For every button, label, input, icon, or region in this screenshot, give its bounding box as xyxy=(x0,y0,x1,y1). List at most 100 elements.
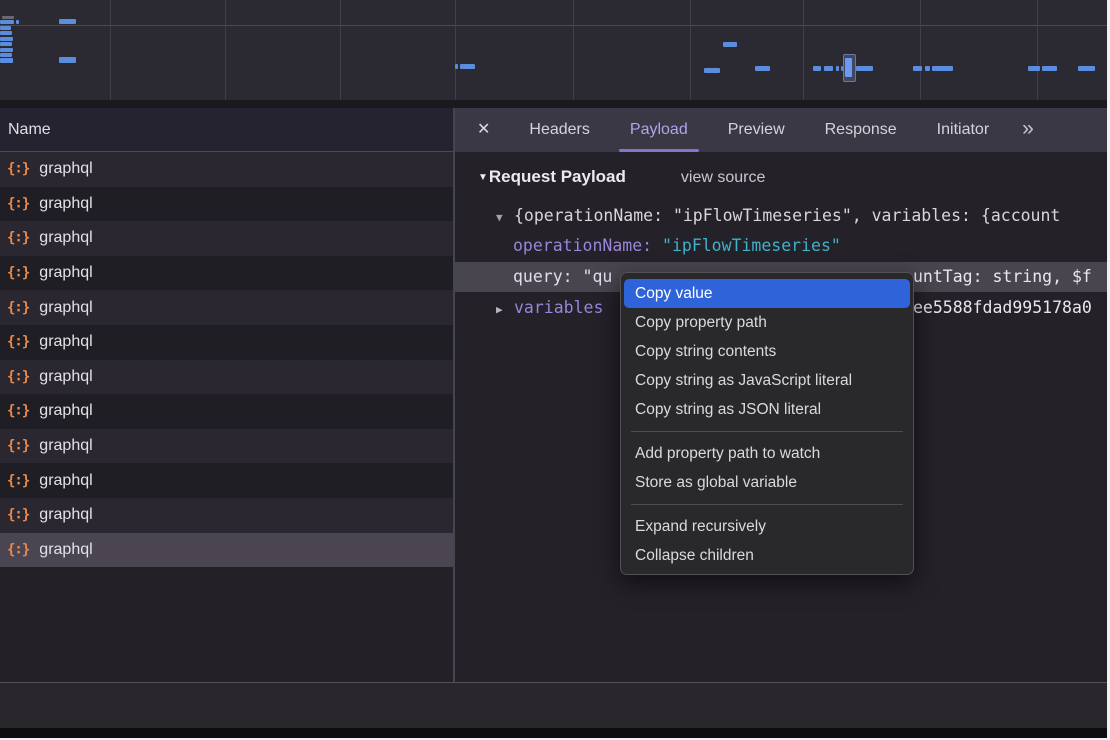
overview-gridline xyxy=(340,0,341,100)
waterfall-bar xyxy=(913,66,922,71)
waterfall-bar xyxy=(0,48,13,52)
waterfall-bar xyxy=(932,66,953,71)
json-braces-icon: {∶} xyxy=(7,334,29,350)
json-braces-icon: {∶} xyxy=(7,473,29,489)
request-payload-section-header: ▼Request Payload view source xyxy=(478,165,765,189)
waterfall-bar xyxy=(455,64,458,69)
request-row-graphql[interactable]: {∶} graphql xyxy=(0,325,453,360)
detail-tab-strip: ✕ Headers Payload Preview Response Initi… xyxy=(455,108,1110,152)
waterfall-bar xyxy=(755,66,770,71)
menu-item-copy-value[interactable]: Copy value xyxy=(624,279,910,308)
json-braces-icon: {∶} xyxy=(7,403,29,419)
property-key: variables xyxy=(514,298,603,317)
payload-root-row[interactable]: ▼{operationName: "ipFlowTimeseries", var… xyxy=(455,203,1110,229)
json-braces-icon: {∶} xyxy=(7,369,29,385)
context-menu: Copy valueCopy property pathCopy string … xyxy=(620,272,914,575)
waterfall-bar xyxy=(0,37,13,41)
waterfall-bar xyxy=(1028,66,1040,71)
overview-gridline xyxy=(690,0,691,100)
overview-divider xyxy=(0,100,1110,108)
menu-item-add-property-path-to-watch[interactable]: Add property path to watch xyxy=(621,439,913,468)
tab-headers[interactable]: Headers xyxy=(516,108,602,152)
waterfall-bar xyxy=(925,66,930,71)
request-name: graphql xyxy=(39,506,92,524)
tab-preview[interactable]: Preview xyxy=(715,108,798,152)
menu-item-collapse-children[interactable]: Collapse children xyxy=(621,541,913,570)
tab-payload[interactable]: Payload xyxy=(617,108,701,152)
waterfall-bar xyxy=(16,20,19,24)
network-overview-timeline[interactable] xyxy=(0,0,1110,100)
request-list-pane: Name {∶}graphql{∶}graphql{∶}graphql{∶}gr… xyxy=(0,108,453,682)
request-name: graphql xyxy=(39,333,92,351)
menu-item-expand-recursively[interactable]: Expand recursively xyxy=(621,512,913,541)
payload-row-operation-name[interactable]: operationName: "ipFlowTimeseries" xyxy=(455,233,1110,259)
overview-gridline xyxy=(920,0,921,100)
waterfall-bar xyxy=(824,66,833,71)
waterfall-bar xyxy=(0,42,12,46)
waterfall-bar xyxy=(0,20,14,24)
json-braces-icon: {∶} xyxy=(7,161,29,177)
waterfall-bar xyxy=(0,58,13,63)
name-column-header[interactable]: Name xyxy=(0,108,453,152)
waterfall-bar xyxy=(723,42,737,47)
json-braces-icon: {∶} xyxy=(7,265,29,281)
menu-separator xyxy=(631,504,903,505)
menu-item-copy-string-as-json-literal[interactable]: Copy string as JSON literal xyxy=(621,395,913,424)
menu-item-store-as-global-variable[interactable]: Store as global variable xyxy=(621,468,913,497)
menu-item-copy-string-as-javascript-literal[interactable]: Copy string as JavaScript literal xyxy=(621,366,913,395)
request-row-graphql[interactable]: {∶} graphql xyxy=(0,498,453,533)
request-row-graphql[interactable]: {∶} graphql xyxy=(0,152,453,187)
request-rows: {∶} graphql {∶} graphql {∶} graphql {∶} graphql… xyxy=(0,152,453,567)
overview-gridline xyxy=(110,0,111,100)
request-name: graphql xyxy=(39,160,92,178)
request-row-graphql[interactable]: {∶}graphql xyxy=(0,187,453,222)
waterfall-bar xyxy=(2,16,14,19)
request-name: graphql xyxy=(39,195,92,213)
window-bottom-strip xyxy=(0,728,1110,738)
request-row-graphql[interactable]: {∶} graphql xyxy=(0,360,453,395)
overview-horizontal-gridline xyxy=(0,25,1110,26)
request-name: graphql xyxy=(39,402,92,420)
overview-gridline xyxy=(225,0,226,100)
json-braces-icon: {∶} xyxy=(7,230,29,246)
menu-item-copy-string-contents[interactable]: Copy string contents xyxy=(621,337,913,366)
request-name: graphql xyxy=(39,368,92,386)
tab-initiator[interactable]: Initiator xyxy=(924,108,1002,152)
waterfall-bar xyxy=(59,19,76,24)
request-row-graphql[interactable]: {∶}graphql xyxy=(0,533,453,568)
request-row-graphql[interactable]: {∶} graphql xyxy=(0,290,453,325)
waterfall-bar xyxy=(0,31,12,35)
request-row-graphql[interactable]: {∶} graphql xyxy=(0,429,453,464)
more-tabs-icon[interactable]: » xyxy=(1022,108,1032,152)
property-key: query: "qu xyxy=(513,267,612,286)
request-name: graphql xyxy=(39,437,92,455)
json-braces-icon: {∶} xyxy=(7,438,29,454)
section-title: Request Payload xyxy=(489,167,626,186)
waterfall-bar xyxy=(1078,66,1095,71)
query-value-right-fragment: untTag: string, $f xyxy=(913,262,1092,292)
close-icon[interactable]: ✕ xyxy=(477,108,490,152)
request-name: graphql xyxy=(39,299,92,317)
menu-separator xyxy=(631,431,903,432)
request-row-graphql[interactable]: {∶}graphql xyxy=(0,256,453,291)
tab-response[interactable]: Response xyxy=(812,108,910,152)
expand-icon[interactable]: ▼ xyxy=(496,205,514,231)
waterfall-bar xyxy=(856,66,873,71)
json-braces-icon: {∶} xyxy=(7,300,29,316)
request-name: graphql xyxy=(39,541,92,559)
overview-gridline xyxy=(573,0,574,100)
request-name: graphql xyxy=(39,472,92,490)
waterfall-bar xyxy=(0,53,12,57)
request-row-graphql[interactable]: {∶}graphql xyxy=(0,221,453,256)
status-footer xyxy=(0,683,1110,728)
overview-gridline xyxy=(1037,0,1038,100)
json-braces-icon: {∶} xyxy=(7,507,29,523)
section-expand-icon[interactable]: ▼ xyxy=(478,172,488,183)
collapse-icon[interactable]: ▶ xyxy=(496,297,514,323)
request-row-graphql[interactable]: {∶} graphql xyxy=(0,463,453,498)
request-row-graphql[interactable]: {∶} graphql xyxy=(0,394,453,429)
overview-gridline xyxy=(455,0,456,100)
view-source-link[interactable]: view source xyxy=(681,169,765,186)
object-preview-text: {operationName: "ipFlowTimeseries", vari… xyxy=(514,206,1060,225)
menu-item-copy-property-path[interactable]: Copy property path xyxy=(621,308,913,337)
